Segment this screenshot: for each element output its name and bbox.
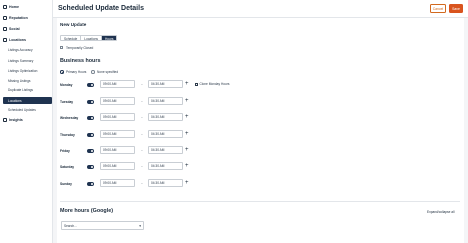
add-hours-button[interactable]: + <box>185 114 189 120</box>
time-separator: – <box>141 132 143 136</box>
temporarily-closed-checkbox[interactable] <box>60 46 64 50</box>
sidebar-subitem-listings-optimization[interactable]: Listings Optimization <box>8 69 37 73</box>
business-hours-title: Business hours <box>60 58 101 64</box>
add-hours-button[interactable]: + <box>185 131 189 137</box>
sidebar-subitem-listings-summary[interactable]: Listings Summary <box>8 59 33 63</box>
add-hours-button[interactable]: + <box>185 81 189 87</box>
expand-collapse-all-link[interactable]: Expand/collapse all <box>427 210 454 214</box>
day-label: Thursday <box>60 133 75 137</box>
sidebar-item-label: Reputation <box>9 16 28 20</box>
copy-icon <box>195 82 198 86</box>
primary-hours-label: Primary Hours <box>66 70 87 75</box>
chat-icon <box>3 27 7 31</box>
primary-hours-radio[interactable] <box>60 70 64 74</box>
open-time-input[interactable]: 09:00 AM <box>100 130 135 138</box>
time-separator: – <box>141 148 143 152</box>
day-open-toggle[interactable] <box>87 116 94 120</box>
close-time-input[interactable]: 04:30 AM <box>148 113 183 121</box>
none-specified-label: None specified <box>97 70 119 75</box>
sidebar-item-locations[interactable]: Locations <box>3 38 26 42</box>
main-area: Scheduled Update Details Cancel Save New… <box>53 0 468 243</box>
open-time-input[interactable]: 09:00 AM <box>100 162 135 170</box>
home-icon <box>3 5 7 9</box>
none-specified-radio[interactable] <box>91 70 95 74</box>
star-icon <box>3 16 7 20</box>
open-time-input[interactable]: 09:00 AM <box>100 97 135 105</box>
chart-icon <box>3 118 7 122</box>
section-title: New Update <box>60 22 87 27</box>
tab-schedule[interactable]: Schedule <box>61 36 82 40</box>
open-time-input[interactable]: 09:00 AM <box>100 113 135 121</box>
sidebar-item-reputation[interactable]: Reputation <box>3 16 28 20</box>
sidebar-item-label: Insights <box>9 118 23 122</box>
close-time-input[interactable]: 04:30 AM <box>148 162 183 170</box>
sidebar-subitem-missing-listings[interactable]: Missing Listings <box>8 79 31 83</box>
sidebar-item-label: Locations <box>8 98 22 103</box>
clone-monday-button[interactable]: Clone Monday Hours <box>195 82 229 86</box>
time-separator: – <box>141 99 143 103</box>
add-hours-button[interactable]: + <box>185 147 189 153</box>
add-hours-button[interactable]: + <box>185 180 189 186</box>
sidebar-subitem-duplicate-listings[interactable]: Duplicate Listings <box>8 88 33 92</box>
open-time-input[interactable]: 09:00 AM <box>100 80 135 88</box>
sidebar-item-label: Locations <box>9 38 26 42</box>
sidebar-item-label: Social <box>9 27 20 31</box>
close-time-input[interactable]: 04:30 AM <box>148 80 183 88</box>
tab-locations[interactable]: Locations <box>81 36 102 40</box>
day-label: Wednesday <box>60 116 79 120</box>
open-time-input[interactable]: 09:00 AM <box>100 146 135 154</box>
sidebar-item-home[interactable]: Home <box>3 5 19 9</box>
top-bar: Scheduled Update Details Cancel Save <box>53 0 468 18</box>
more-hours-search-select[interactable]: Search... ▾ <box>61 221 144 230</box>
time-separator: – <box>141 115 143 119</box>
sidebar: Home Reputation Social Locations Listing… <box>0 0 53 243</box>
day-label: Sunday <box>60 182 72 186</box>
day-open-toggle[interactable] <box>87 100 94 104</box>
page-title: Scheduled Update Details <box>58 5 144 12</box>
update-form-card: New Update Schedule Locations Hours Temp… <box>57 18 464 243</box>
time-separator: – <box>141 164 143 168</box>
sidebar-item-label: Home <box>9 5 19 9</box>
add-hours-button[interactable]: + <box>185 163 189 169</box>
sidebar-item-insights[interactable]: Insights <box>3 118 23 122</box>
day-open-toggle[interactable] <box>87 149 94 153</box>
time-separator: – <box>141 181 143 185</box>
temporarily-closed-label: Temporarily Closed <box>66 46 94 50</box>
day-label: Friday <box>60 149 70 153</box>
open-time-input[interactable]: 09:00 AM <box>100 179 135 187</box>
day-open-toggle[interactable] <box>87 182 94 186</box>
close-time-input[interactable]: 04:30 AM <box>148 97 183 105</box>
location-pin-icon <box>3 38 7 42</box>
cancel-button[interactable]: Cancel <box>430 4 446 13</box>
time-separator: – <box>141 82 143 86</box>
day-label: Tuesday <box>60 100 74 104</box>
close-time-input[interactable]: 04:30 AM <box>148 179 183 187</box>
close-time-input[interactable]: 04:30 AM <box>148 130 183 138</box>
sidebar-subitem-locations-active[interactable]: Locations <box>3 97 52 104</box>
tab-bar: Schedule Locations Hours <box>60 35 118 41</box>
clone-monday-label: Clone Monday Hours <box>199 82 230 86</box>
more-hours-title: More hours (Google) <box>60 208 114 214</box>
tab-hours[interactable]: Hours <box>101 36 117 40</box>
add-hours-button[interactable]: + <box>185 98 189 104</box>
chevron-down-icon: ▾ <box>139 224 141 228</box>
save-button[interactable]: Save <box>449 4 463 13</box>
close-time-input[interactable]: 04:30 AM <box>148 146 183 154</box>
day-label: Monday <box>60 83 73 87</box>
day-label: Saturday <box>60 165 75 169</box>
sidebar-item-social[interactable]: Social <box>3 27 20 31</box>
sidebar-subitem-listings-accuracy[interactable]: Listings Accuracy <box>8 48 33 52</box>
section-divider <box>60 201 460 202</box>
sidebar-subitem-scheduled-updates[interactable]: Scheduled Updates <box>8 108 36 112</box>
day-open-toggle[interactable] <box>87 83 94 87</box>
day-open-toggle[interactable] <box>87 165 94 169</box>
search-select-placeholder: Search... <box>64 224 77 228</box>
day-open-toggle[interactable] <box>87 133 94 137</box>
